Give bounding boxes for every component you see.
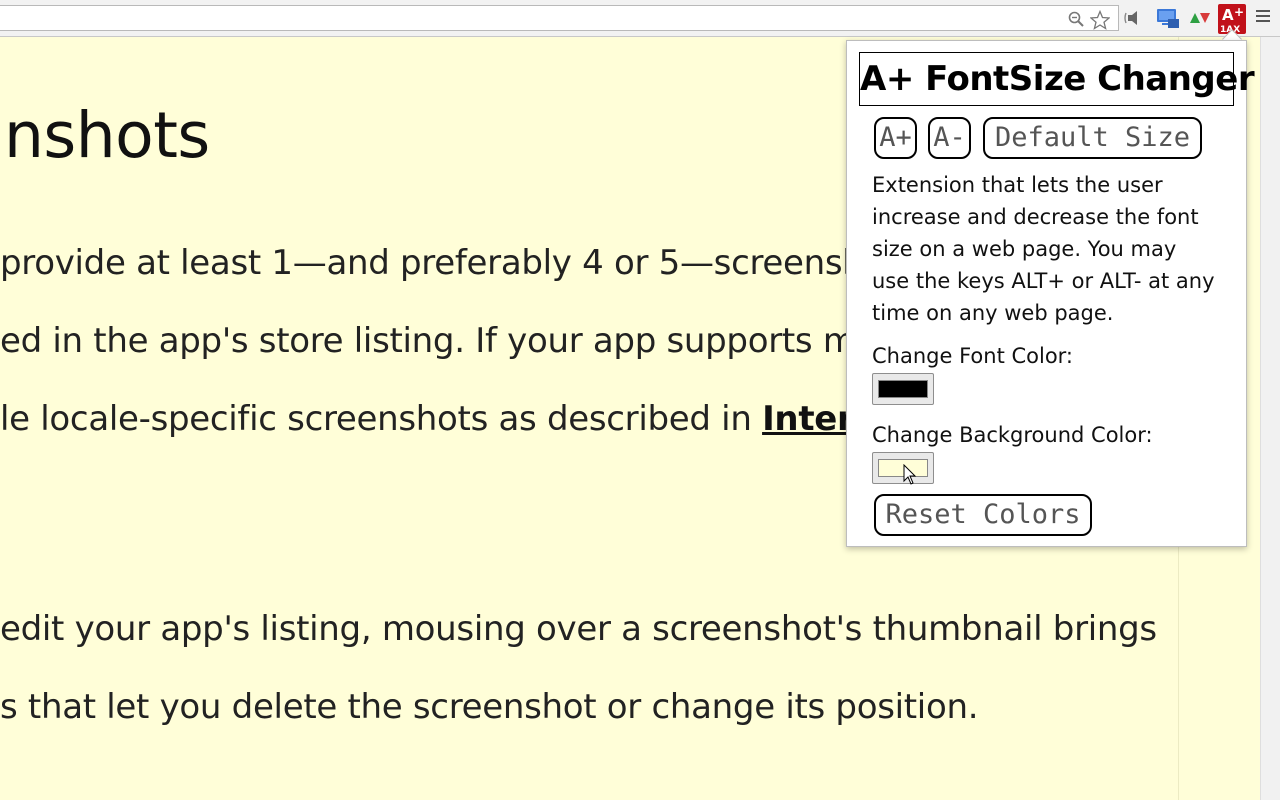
paragraph-line-1: provide at least 1—and preferably 4 or 5… xyxy=(0,243,864,283)
font-color-swatch xyxy=(878,380,928,398)
decrease-font-button[interactable]: A- xyxy=(928,117,971,159)
page-heading: nshots xyxy=(4,99,210,172)
bookmark-star-icon[interactable] xyxy=(1089,9,1111,30)
paragraph-line-3: le locale-specific screenshots as descri… xyxy=(0,399,878,439)
font-color-label: Change Font Color: xyxy=(872,344,1074,368)
address-bar[interactable] xyxy=(0,5,1119,31)
paragraph-line-2: ed in the app's store listing. If your a… xyxy=(0,321,856,361)
paragraph-line-3-text: le locale-specific screenshots as descri… xyxy=(0,399,763,439)
popup-description: Extension that lets the user increase an… xyxy=(872,173,1215,325)
popup-title: A+ FontSize Changer xyxy=(859,52,1255,106)
paragraph-line-5: s that let you delete the screenshot or … xyxy=(0,687,979,727)
paragraph-line-4: edit your app's listing, mousing over a … xyxy=(0,609,1157,649)
increase-font-button[interactable]: A+ xyxy=(874,117,917,159)
browser-toolbar: A+1AX xyxy=(0,0,1280,37)
menu-icon[interactable] xyxy=(1256,10,1270,24)
svg-text:+: + xyxy=(1234,5,1244,19)
zoom-icon[interactable] xyxy=(1067,10,1085,28)
scrollbar[interactable] xyxy=(1260,37,1280,800)
up-down-arrows-icon[interactable] xyxy=(1188,7,1212,29)
speaker-icon[interactable] xyxy=(1123,7,1147,29)
svg-text:A: A xyxy=(1222,6,1234,24)
font-color-picker[interactable] xyxy=(872,373,934,405)
reset-colors-button[interactable]: Reset Colors xyxy=(874,494,1092,536)
screen-extension-icon[interactable] xyxy=(1156,7,1180,29)
background-color-label: Change Background Color: xyxy=(872,423,1153,447)
mouse-cursor-icon xyxy=(903,464,917,485)
default-size-button[interactable]: Default Size xyxy=(983,117,1202,159)
